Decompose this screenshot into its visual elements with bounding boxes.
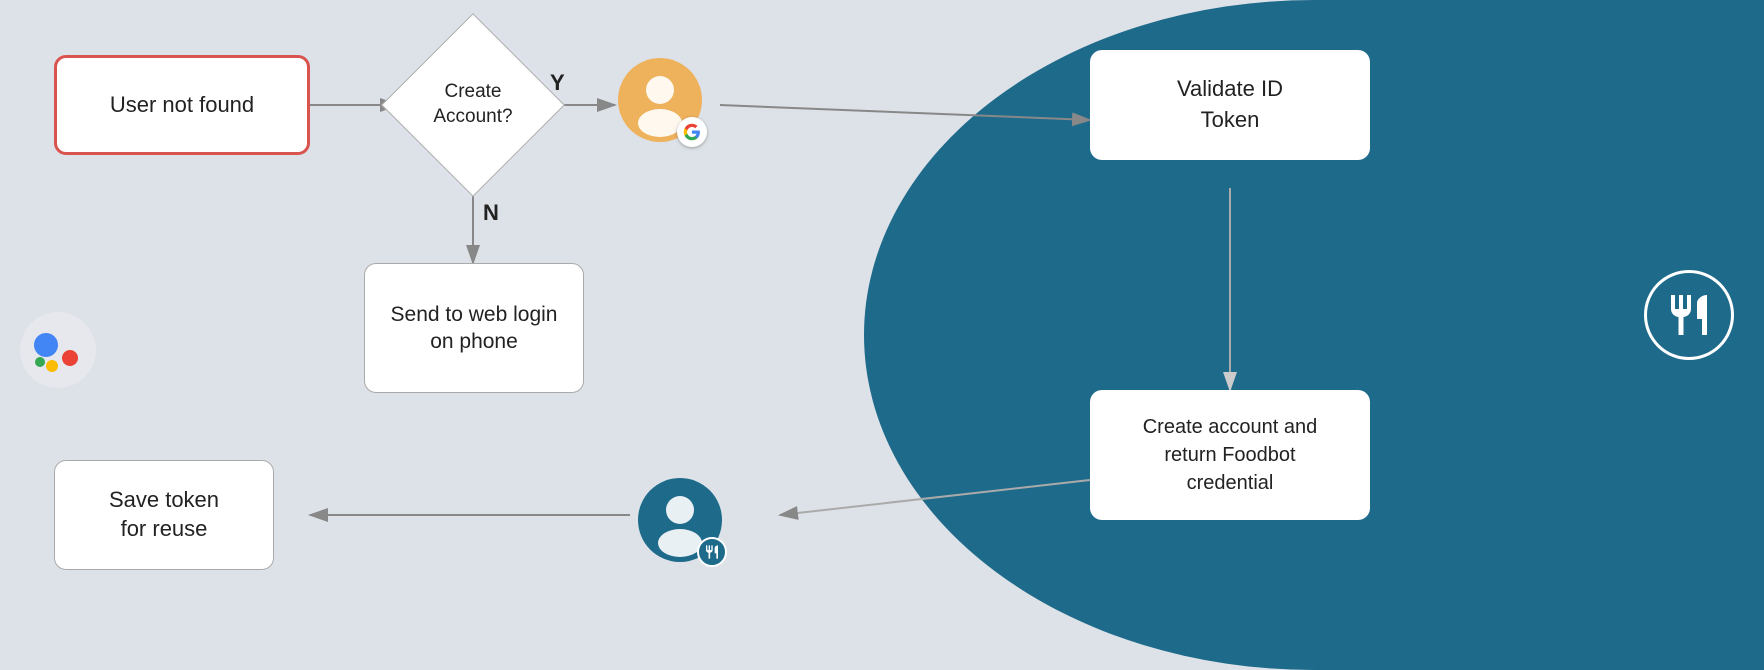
foodbot-user-icon-bottom bbox=[635, 475, 725, 565]
send-to-web-label: Send to web login on phone bbox=[391, 301, 558, 356]
send-to-web-node: Send to web login on phone bbox=[364, 263, 584, 393]
label-y: Y bbox=[550, 70, 565, 96]
save-token-node: Save token for reuse bbox=[54, 460, 274, 570]
label-n: N bbox=[483, 200, 499, 226]
google-user-icon bbox=[615, 55, 705, 145]
create-account-return-label: Create account and return Foodbot creden… bbox=[1143, 413, 1318, 497]
save-token-label: Save token for reuse bbox=[109, 486, 219, 543]
diamond-label: CreateAccount? bbox=[398, 30, 548, 180]
google-assistant-icon bbox=[18, 310, 98, 390]
user-not-found-label: User not found bbox=[110, 91, 254, 120]
validate-id-token-node: Validate ID Token bbox=[1090, 50, 1370, 160]
n-label-text: N bbox=[483, 200, 499, 225]
create-account-return-node: Create account and return Foodbot creden… bbox=[1090, 390, 1370, 520]
validate-id-label: Validate ID Token bbox=[1177, 74, 1283, 136]
user-not-found-node: User not found bbox=[54, 55, 310, 155]
foodbot-circle-icon-topright bbox=[1644, 270, 1734, 360]
create-account-diamond: CreateAccount? bbox=[398, 30, 548, 180]
y-label-text: Y bbox=[550, 70, 565, 95]
